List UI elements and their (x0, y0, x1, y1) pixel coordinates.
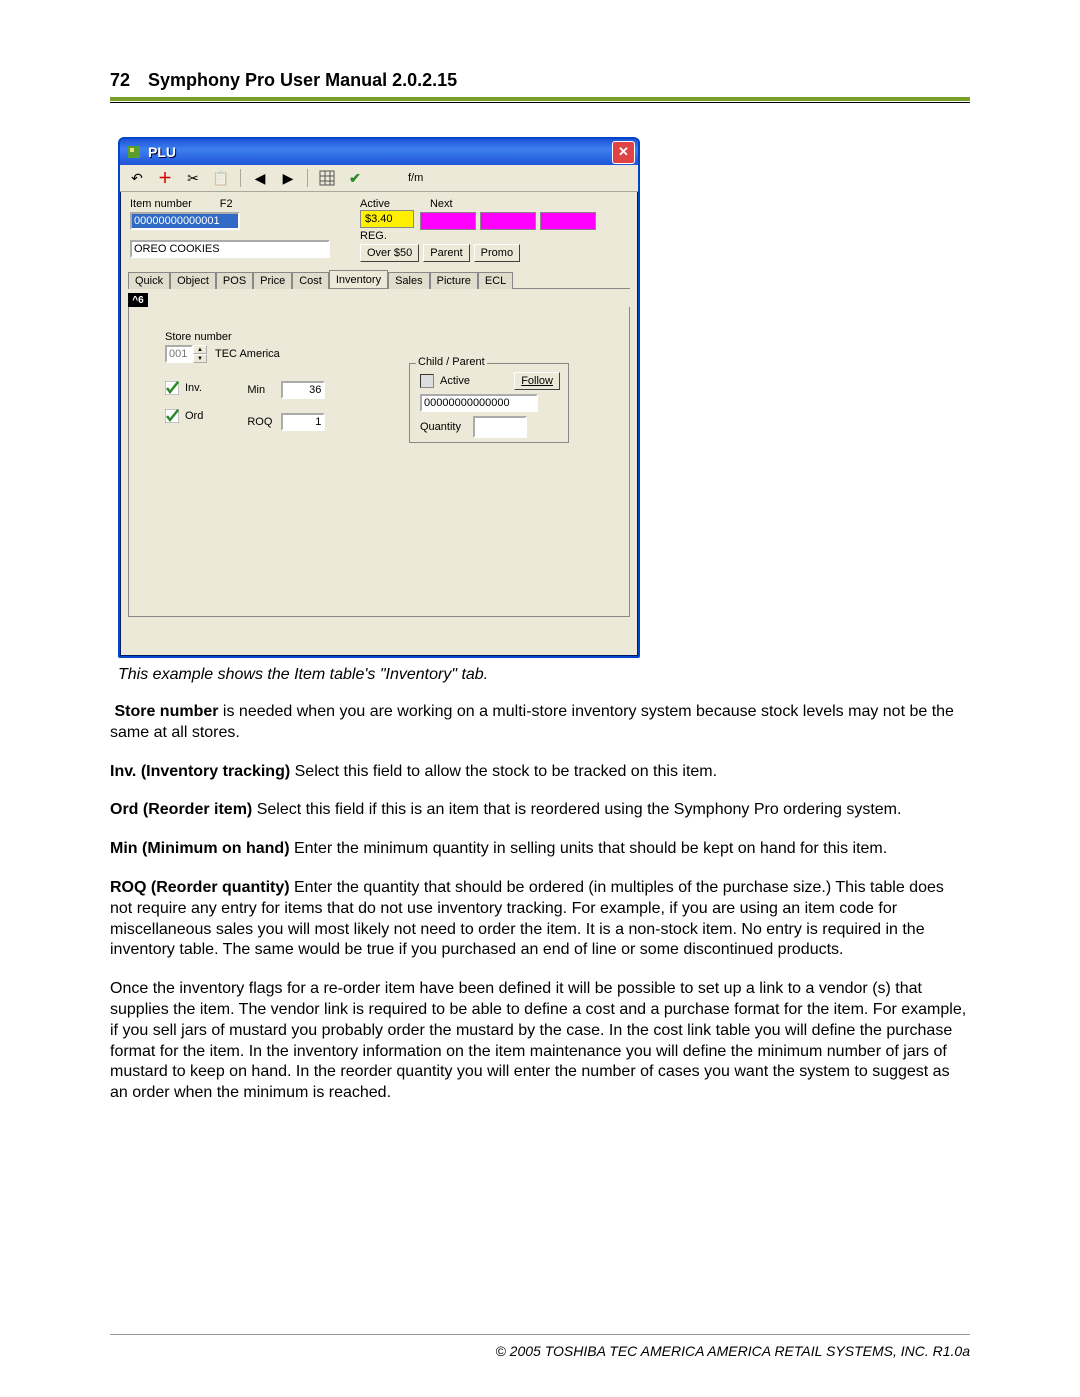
inventory-pane: Store number 001 ▲▼ TEC America Inv. (128, 307, 630, 617)
price-value: $3.40 (360, 210, 414, 228)
body-text: Store number is needed when you are work… (110, 702, 970, 1104)
prev-icon[interactable]: ◀ (251, 169, 269, 187)
toolbar-separator (307, 169, 308, 187)
tab-object[interactable]: Object (170, 272, 216, 289)
header-panel: Item number F2 00000000000001 OREO COOKI… (120, 192, 638, 262)
tab-bar: Quick Object POS Price Cost Inventory Sa… (128, 268, 630, 289)
ord-checkbox[interactable] (165, 409, 179, 423)
ord-label: Ord (185, 410, 203, 422)
quantity-input[interactable] (473, 416, 527, 438)
over50-button[interactable]: Over $50 (360, 244, 419, 262)
active-label: Active (360, 198, 390, 210)
store-name: TEC America (215, 348, 280, 360)
undo-icon[interactable]: ↶ (128, 169, 146, 187)
store-number-label: Store number (165, 331, 613, 343)
roq-label: ROQ (247, 416, 275, 428)
tab-sales[interactable]: Sales (388, 272, 430, 289)
manual-title: Symphony Pro User Manual 2.0.2.15 (148, 70, 457, 91)
child-parent-group: Child / Parent Active Follow Quantity (409, 363, 569, 443)
window-title: PLU (148, 144, 606, 160)
footer-rule (110, 1334, 970, 1335)
next-label: Next (430, 198, 453, 210)
spinner-down-icon[interactable]: ▼ (193, 354, 207, 363)
store-number-value: 001 (165, 345, 193, 363)
tab-quick[interactable]: Quick (128, 272, 170, 289)
description-input[interactable]: OREO COOKIES (130, 240, 330, 258)
reg-label: REG. (360, 230, 414, 242)
fieldset-active-label: Active (440, 375, 470, 387)
next-icon[interactable]: ▶ (279, 169, 297, 187)
status-chip (480, 212, 536, 230)
promo-button[interactable]: Promo (474, 244, 520, 262)
page-header: 72 Symphony Pro User Manual 2.0.2.15 (110, 70, 970, 91)
inv-checkbox[interactable] (165, 381, 179, 395)
term-inv: Inv. (Inventory tracking) (110, 763, 290, 780)
titlebar: PLU ✕ (120, 139, 638, 165)
tab-ecl[interactable]: ECL (478, 272, 513, 289)
plu-window: PLU ✕ ↶ ＋ ✂ 📋 ◀ ▶ ✔ f/m Item number (118, 137, 640, 658)
term-store-number: Store number (114, 703, 218, 720)
figure-caption: This example shows the Item table's "Inv… (118, 666, 970, 684)
footer: © 2005 TOSHIBA TEC AMERICA AMERICA RETAI… (495, 1343, 970, 1359)
tab-price[interactable]: Price (253, 272, 292, 289)
parent-code-input[interactable] (420, 394, 538, 412)
term-roq: ROQ (Reorder quantity) (110, 879, 290, 896)
inv-label: Inv. (185, 382, 202, 394)
status-chips (420, 212, 596, 230)
tab-chip: ^6 (128, 293, 148, 307)
f2-hint: F2 (220, 198, 233, 210)
page-number: 72 (110, 70, 130, 91)
cut-icon[interactable]: ✂ (184, 169, 202, 187)
parent-button[interactable]: Parent (423, 244, 469, 262)
item-number-label: Item number (130, 198, 192, 210)
spinner-up-icon[interactable]: ▲ (193, 345, 207, 354)
document-page: 72 Symphony Pro User Manual 2.0.2.15 PLU… (0, 0, 1080, 1397)
quantity-label: Quantity (420, 421, 461, 433)
item-number-input[interactable]: 00000000000001 (130, 212, 240, 230)
info-columns: Active Next (360, 198, 628, 210)
tab-inventory[interactable]: Inventory (329, 270, 388, 288)
active-checkbox[interactable] (420, 374, 434, 388)
grid-icon[interactable] (318, 169, 336, 187)
store-number-spinner[interactable]: 001 ▲▼ (165, 345, 207, 363)
follow-button[interactable]: Follow (514, 372, 560, 390)
header-rule (110, 97, 970, 101)
term-min: Min (Minimum on hand) (110, 840, 290, 857)
paste-icon[interactable]: 📋 (212, 169, 230, 187)
toolbar-text: f/m (408, 172, 423, 184)
min-label: Min (247, 384, 275, 396)
status-chip (420, 212, 476, 230)
check-icon[interactable]: ✔ (346, 169, 364, 187)
term-ord: Ord (Reorder item) (110, 801, 252, 818)
roq-input[interactable] (281, 413, 325, 431)
add-icon[interactable]: ＋ (156, 169, 174, 187)
header-thin-rule (110, 102, 970, 103)
close-button[interactable]: ✕ (612, 141, 635, 164)
app-icon (126, 144, 142, 160)
toolbar-separator (240, 169, 241, 187)
status-chip (540, 212, 596, 230)
tab-picture[interactable]: Picture (430, 272, 478, 289)
min-input[interactable] (281, 381, 325, 399)
tab-pos[interactable]: POS (216, 272, 253, 289)
toolbar: ↶ ＋ ✂ 📋 ◀ ▶ ✔ f/m (120, 165, 638, 192)
fieldset-legend: Child / Parent (416, 356, 487, 368)
tab-cost[interactable]: Cost (292, 272, 329, 289)
